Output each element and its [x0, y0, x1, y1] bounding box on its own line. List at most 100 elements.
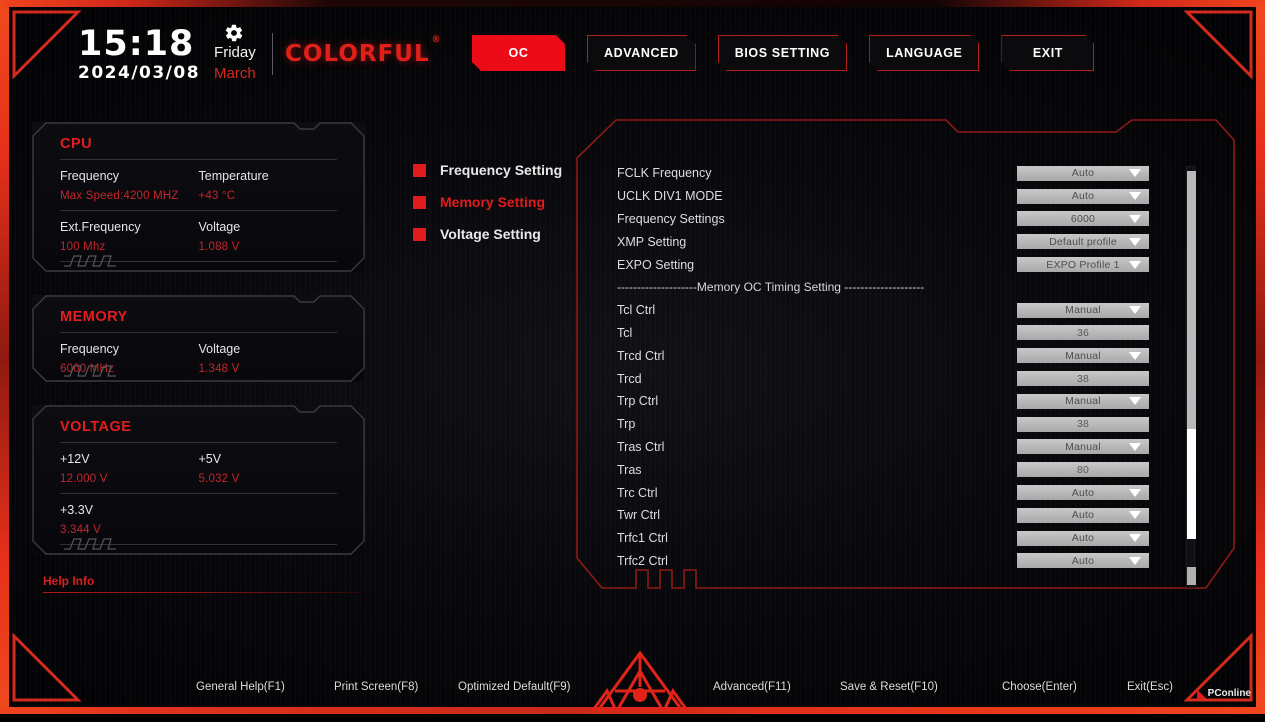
info-row: Frequency Max Speed:4200 MHZ Temperature +… [60, 160, 337, 210]
settings-dropdown[interactable]: Auto [1017, 530, 1149, 546]
info-value: 3.344 V [60, 524, 102, 536]
clock-month: March [214, 65, 256, 82]
header-bar: 15:18 2024/03/08 Friday March COLORFUL® … [0, 7, 1265, 97]
settings-dropdown[interactable]: Manual [1017, 439, 1149, 455]
clock-time: 15:18 [78, 24, 195, 64]
info-panel-voltage: VOLTAGE +12V 12.000 V +5V 5.032 V +3.3V 3.3… [32, 405, 365, 555]
settings-dropdown[interactable]: Default profile [1017, 234, 1149, 250]
tab-advanced[interactable]: ADVANCED [587, 35, 696, 71]
bullet-square-icon [413, 195, 426, 209]
settings-dropdown[interactable]: Auto [1017, 485, 1149, 501]
scrollbar-thumb[interactable] [1187, 429, 1196, 539]
settings-row-label: Trfc1 Ctrl [617, 531, 668, 546]
settings-dropdown[interactable]: Auto [1017, 165, 1149, 181]
settings-value: Manual [1065, 440, 1101, 453]
chevron-down-icon [1129, 169, 1141, 178]
settings-value: Manual [1065, 304, 1101, 317]
settings-row: XMP Setting Default profile [617, 230, 1217, 253]
settings-row: Frequency Settings 6000 [617, 208, 1217, 231]
settings-row-label: Trp [617, 417, 636, 432]
settings-row-label: Trc Ctrl [617, 485, 658, 500]
settings-dropdown[interactable]: Manual [1017, 348, 1149, 364]
chevron-down-icon [1129, 214, 1141, 223]
info-label: +5V [198, 452, 222, 466]
frame-edge-left [0, 0, 9, 714]
panel-title: MEMORY [60, 309, 128, 325]
tab-bios-setting[interactable]: BIOS SETTING [718, 35, 847, 71]
settings-row-label: Tcl Ctrl [617, 303, 656, 318]
settings-value: 38 [1076, 418, 1090, 431]
watermark-text: PConline [1207, 688, 1251, 699]
settings-row: Trfc2 Ctrl Auto [617, 550, 1217, 573]
help-info-section: Help Info [32, 574, 365, 593]
info-value: Max Speed:4200 MHZ [60, 190, 179, 202]
info-value: 12.000 V [60, 473, 108, 485]
info-value: 5.032 V [198, 473, 240, 485]
settings-scrollbar[interactable] [1186, 166, 1196, 588]
settings-row-label: XMP Setting [617, 234, 687, 249]
settings-panel: FCLK Frequency Auto UCLK DIV1 MODE Auto Freq… [576, 118, 1236, 616]
settings-value-field[interactable]: 80 [1017, 462, 1149, 478]
settings-dropdown[interactable]: 6000 [1017, 211, 1149, 227]
tab-exit[interactable]: EXIT [1001, 35, 1094, 71]
tab-language[interactable]: LANGUAGE [869, 35, 979, 71]
bullet-square-icon [413, 163, 426, 177]
tab-oc[interactable]: OC [472, 35, 565, 71]
category-memory-setting[interactable]: Memory Setting [413, 186, 573, 218]
brand-logo: COLORFUL® [285, 35, 441, 67]
info-cell: +12V 12.000 V [60, 452, 199, 485]
hint-choose[interactable]: Choose(Enter) [1002, 681, 1077, 693]
settings-dropdown[interactable]: Auto [1017, 553, 1149, 569]
info-cell: Voltage 1.348 V [199, 342, 338, 375]
settings-row: Twr Ctrl Auto [617, 504, 1217, 527]
oc-category-menu: Frequency Setting Memory Setting Voltage… [413, 154, 573, 250]
hint-optimized-default[interactable]: Optimized Default(F9) [458, 681, 570, 693]
system-clock: 15:18 2024/03/08 Friday March COLORFUL® [78, 24, 441, 85]
settings-value: Manual [1065, 349, 1101, 362]
settings-row-label: EXPO Setting [617, 257, 695, 272]
settings-value: Auto [1071, 486, 1095, 499]
chevron-down-icon [1129, 306, 1141, 315]
info-label: +3.3V [60, 503, 94, 517]
settings-row-label: Twr Ctrl [617, 508, 661, 523]
settings-dropdown[interactable]: Auto [1017, 188, 1149, 204]
scrollbar-upper-segment[interactable] [1187, 171, 1196, 429]
chevron-down-icon [1129, 534, 1141, 543]
hint-advanced[interactable]: Advanced(F11) [713, 681, 791, 693]
settings-dropdown[interactable]: Manual [1017, 302, 1149, 318]
settings-value-field[interactable]: 38 [1017, 371, 1149, 387]
settings-value: EXPO Profile 1 [1046, 258, 1120, 271]
bottom-hint-bar: General Help(F1) Print Screen(F8) Optimi… [0, 674, 1265, 700]
panel-title: VOLTAGE [60, 419, 132, 435]
chevron-down-icon [1129, 260, 1141, 269]
watermark-mark-icon: ◣ [1197, 688, 1206, 700]
category-frequency-setting[interactable]: Frequency Setting [413, 154, 573, 186]
hint-exit[interactable]: Exit(Esc) [1127, 681, 1173, 693]
settings-dropdown[interactable]: Auto [1017, 507, 1149, 523]
category-voltage-setting[interactable]: Voltage Setting [413, 218, 573, 250]
hint-save-and-reset[interactable]: Save & Reset(F10) [840, 681, 938, 693]
system-info-column: CPU Frequency Max Speed:4200 MHZ Temperat… [32, 122, 365, 593]
info-cell: +5V 5.032 V [199, 452, 338, 485]
info-cell: Temperature +43 °C [199, 169, 338, 202]
hint-print-screen[interactable]: Print Screen(F8) [334, 681, 418, 693]
settings-value-field[interactable]: 38 [1017, 416, 1149, 432]
category-label: Frequency Setting [440, 162, 563, 178]
settings-value-field[interactable]: 36 [1017, 325, 1149, 341]
settings-row: Trp Ctrl Manual [617, 390, 1217, 413]
settings-dropdown[interactable]: EXPO Profile 1 [1017, 257, 1149, 273]
settings-row-label: UCLK DIV1 MODE [617, 189, 723, 204]
scrollbar-lower-segment[interactable] [1187, 567, 1196, 585]
tab-label: EXIT [1032, 46, 1064, 60]
help-info-label: Help Info [43, 574, 95, 588]
info-label: Frequency [60, 169, 120, 183]
info-value: 1.088 V [198, 241, 240, 253]
settings-separator-row: --------------------Memory OC Timing Set… [617, 276, 1217, 299]
settings-dropdown[interactable]: Manual [1017, 393, 1149, 409]
panel-squiggle-decoration [64, 365, 116, 377]
info-label: +12V [60, 452, 90, 466]
settings-rows-container: FCLK Frequency Auto UCLK DIV1 MODE Auto Freq… [617, 162, 1217, 592]
hint-general-help[interactable]: General Help(F1) [196, 681, 285, 693]
help-info-underline [43, 592, 361, 593]
chevron-down-icon [1129, 442, 1141, 451]
